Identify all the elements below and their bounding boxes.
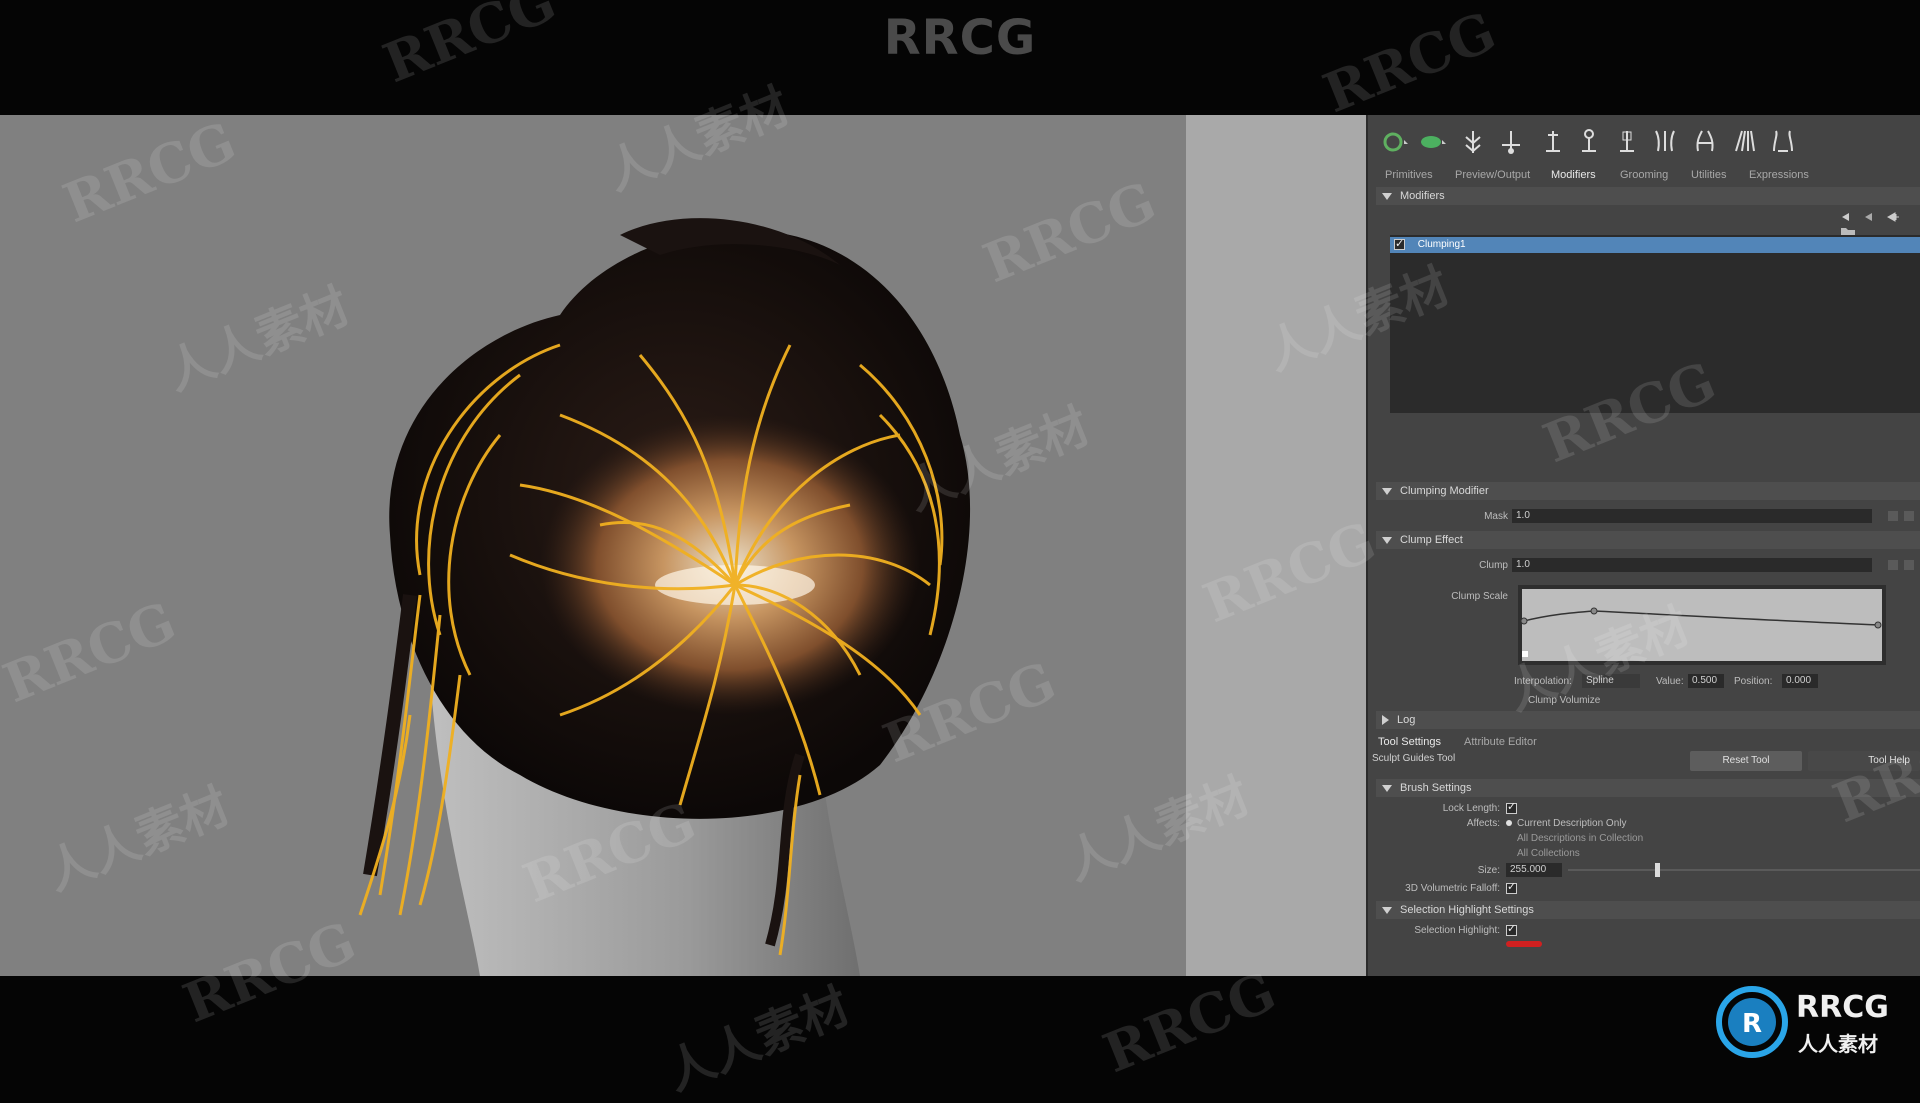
rrcg-logo: R RRCG 人人素材 [1716, 982, 1916, 1062]
collapse-icon [1382, 906, 1392, 914]
collapse-icon [1382, 192, 1392, 200]
selection-highlight-header[interactable]: Selection Highlight Settings [1376, 901, 1920, 919]
radio-selected [1506, 820, 1512, 827]
highlight-color-swatch[interactable] [1506, 941, 1542, 947]
mask-label: Mask [1484, 511, 1508, 522]
value-label: Value: [1656, 676, 1684, 687]
collapse-icon [1382, 487, 1392, 495]
size-slider-track[interactable] [1568, 869, 1920, 871]
section-label: Brush Settings [1400, 782, 1472, 794]
volumetric-falloff-checkbox[interactable] [1506, 880, 1517, 894]
position-field[interactable]: 0.000 [1782, 674, 1818, 688]
logo-text: RRCG [1796, 990, 1889, 1025]
xgen-toolbar [1368, 115, 1920, 167]
option-label: All Descriptions in Collection [1517, 833, 1644, 844]
tab-expressions[interactable]: Expressions [1749, 169, 1809, 181]
viewport-background-strip [1186, 115, 1366, 976]
3d-viewport[interactable] [0, 115, 1186, 976]
add-modifier-icon[interactable] [1886, 211, 1900, 223]
hair-render [358, 218, 971, 976]
position-label: Position: [1734, 676, 1773, 687]
description-icon[interactable] [1418, 127, 1448, 157]
top-watermark: RRCG [883, 10, 1037, 66]
modifier-list: Clumping1 [1390, 235, 1920, 413]
curve-guide-icon[interactable] [1650, 127, 1680, 157]
tab-primitives[interactable]: Primitives [1385, 169, 1433, 181]
radio-unselected [1506, 835, 1512, 841]
option-label: All Collections [1517, 848, 1580, 859]
volumetric-falloff-label: 3D Volumetric Falloff: [1405, 883, 1500, 894]
bind-guide-icon[interactable] [1612, 127, 1642, 157]
move-up-icon[interactable] [1840, 211, 1854, 223]
collapse-icon [1382, 784, 1392, 792]
guide-select-icon[interactable] [1380, 127, 1410, 157]
modifier-enabled-checkbox[interactable] [1394, 236, 1405, 252]
tool-name: Sculpt Guides Tool [1372, 753, 1456, 764]
value-field[interactable]: 0.500 [1688, 674, 1724, 688]
modifier-name: Clumping1 [1417, 239, 1466, 250]
option-label: Current Description Only [1517, 818, 1627, 829]
xgen-panel: Primitives Preview/Output Modifiers Groo… [1368, 115, 1920, 976]
sculpt-guide-icon[interactable] [1690, 127, 1720, 157]
size-label: Size: [1477, 865, 1500, 876]
move-down-icon[interactable] [1863, 211, 1877, 223]
selection-highlight-label: Selection Highlight: [1414, 925, 1500, 936]
radio-unselected [1506, 850, 1512, 856]
tab-preview-output[interactable]: Preview/Output [1455, 169, 1530, 181]
move-guide-icon[interactable] [1496, 127, 1526, 157]
tool-help-button[interactable]: Tool Help [1808, 751, 1920, 771]
interpolation-select[interactable]: Spline [1582, 674, 1640, 688]
clump-effect-header[interactable]: Clump Effect [1376, 531, 1920, 549]
list-item[interactable]: Clumping1 [1390, 236, 1920, 253]
chevron-down-icon[interactable] [1904, 560, 1914, 570]
add-guide-icon[interactable] [1458, 127, 1488, 157]
chevron-down-icon[interactable] [1904, 511, 1914, 521]
affects-option-current[interactable]: Current Description Only [1506, 818, 1626, 829]
affects-label: Affects: [1466, 818, 1500, 829]
brush-settings-header[interactable]: Brush Settings [1376, 779, 1920, 797]
log-section-header[interactable]: Log [1376, 711, 1920, 729]
interpolation-label: Interpolation: [1514, 676, 1572, 687]
affects-option-collection[interactable]: All Descriptions in Collection [1506, 833, 1643, 844]
tab-tool-settings[interactable]: Tool Settings [1378, 736, 1441, 748]
tab-modifiers[interactable]: Modifiers [1551, 169, 1596, 181]
ramp-curve [1520, 589, 1882, 661]
tab-attribute-editor[interactable]: Attribute Editor [1464, 736, 1537, 748]
comb-guide-icon[interactable] [1768, 127, 1798, 157]
mask-options-icon[interactable] [1888, 511, 1898, 521]
rebuild-guide-icon[interactable] [1574, 127, 1604, 157]
clump-volumize-label: Clump Volumize [1528, 695, 1601, 706]
section-label: Log [1397, 714, 1416, 726]
mask-field[interactable]: 1.0 [1512, 509, 1872, 523]
selection-highlight-checkbox[interactable] [1506, 922, 1517, 936]
bottom-letterbox [0, 976, 1920, 1080]
lock-length-label: Lock Length: [1442, 803, 1500, 814]
svg-text:R: R [1742, 1009, 1762, 1039]
length-guide-icon[interactable] [1538, 127, 1568, 157]
clump-options-icon[interactable] [1888, 560, 1898, 570]
section-label: Clumping Modifier [1400, 485, 1489, 497]
tab-grooming[interactable]: Grooming [1620, 169, 1668, 181]
size-field[interactable]: 255.000 [1506, 863, 1562, 877]
section-label: Selection Highlight Settings [1400, 904, 1534, 916]
clump-field[interactable]: 1.0 [1512, 558, 1872, 572]
expand-icon [1382, 715, 1389, 726]
collapse-icon [1382, 536, 1392, 544]
tab-utilities[interactable]: Utilities [1691, 169, 1726, 181]
logo-subtext: 人人素材 [1798, 1032, 1878, 1056]
clump-scale-ramp[interactable] [1518, 585, 1886, 665]
lock-length-checkbox[interactable] [1506, 800, 1517, 814]
clump-guide-icon[interactable] [1730, 127, 1760, 157]
section-label: Clump Effect [1400, 534, 1463, 546]
clump-scale-label: Clump Scale [1451, 591, 1508, 602]
clumping-modifier-header[interactable]: Clumping Modifier [1376, 482, 1920, 500]
size-slider-handle[interactable] [1655, 863, 1660, 877]
section-label: Modifiers [1400, 190, 1445, 202]
reset-tool-button[interactable]: Reset Tool [1690, 751, 1802, 771]
affects-option-all[interactable]: All Collections [1506, 848, 1580, 859]
clump-label: Clump [1479, 560, 1508, 571]
modifiers-section-header[interactable]: Modifiers [1376, 187, 1920, 205]
